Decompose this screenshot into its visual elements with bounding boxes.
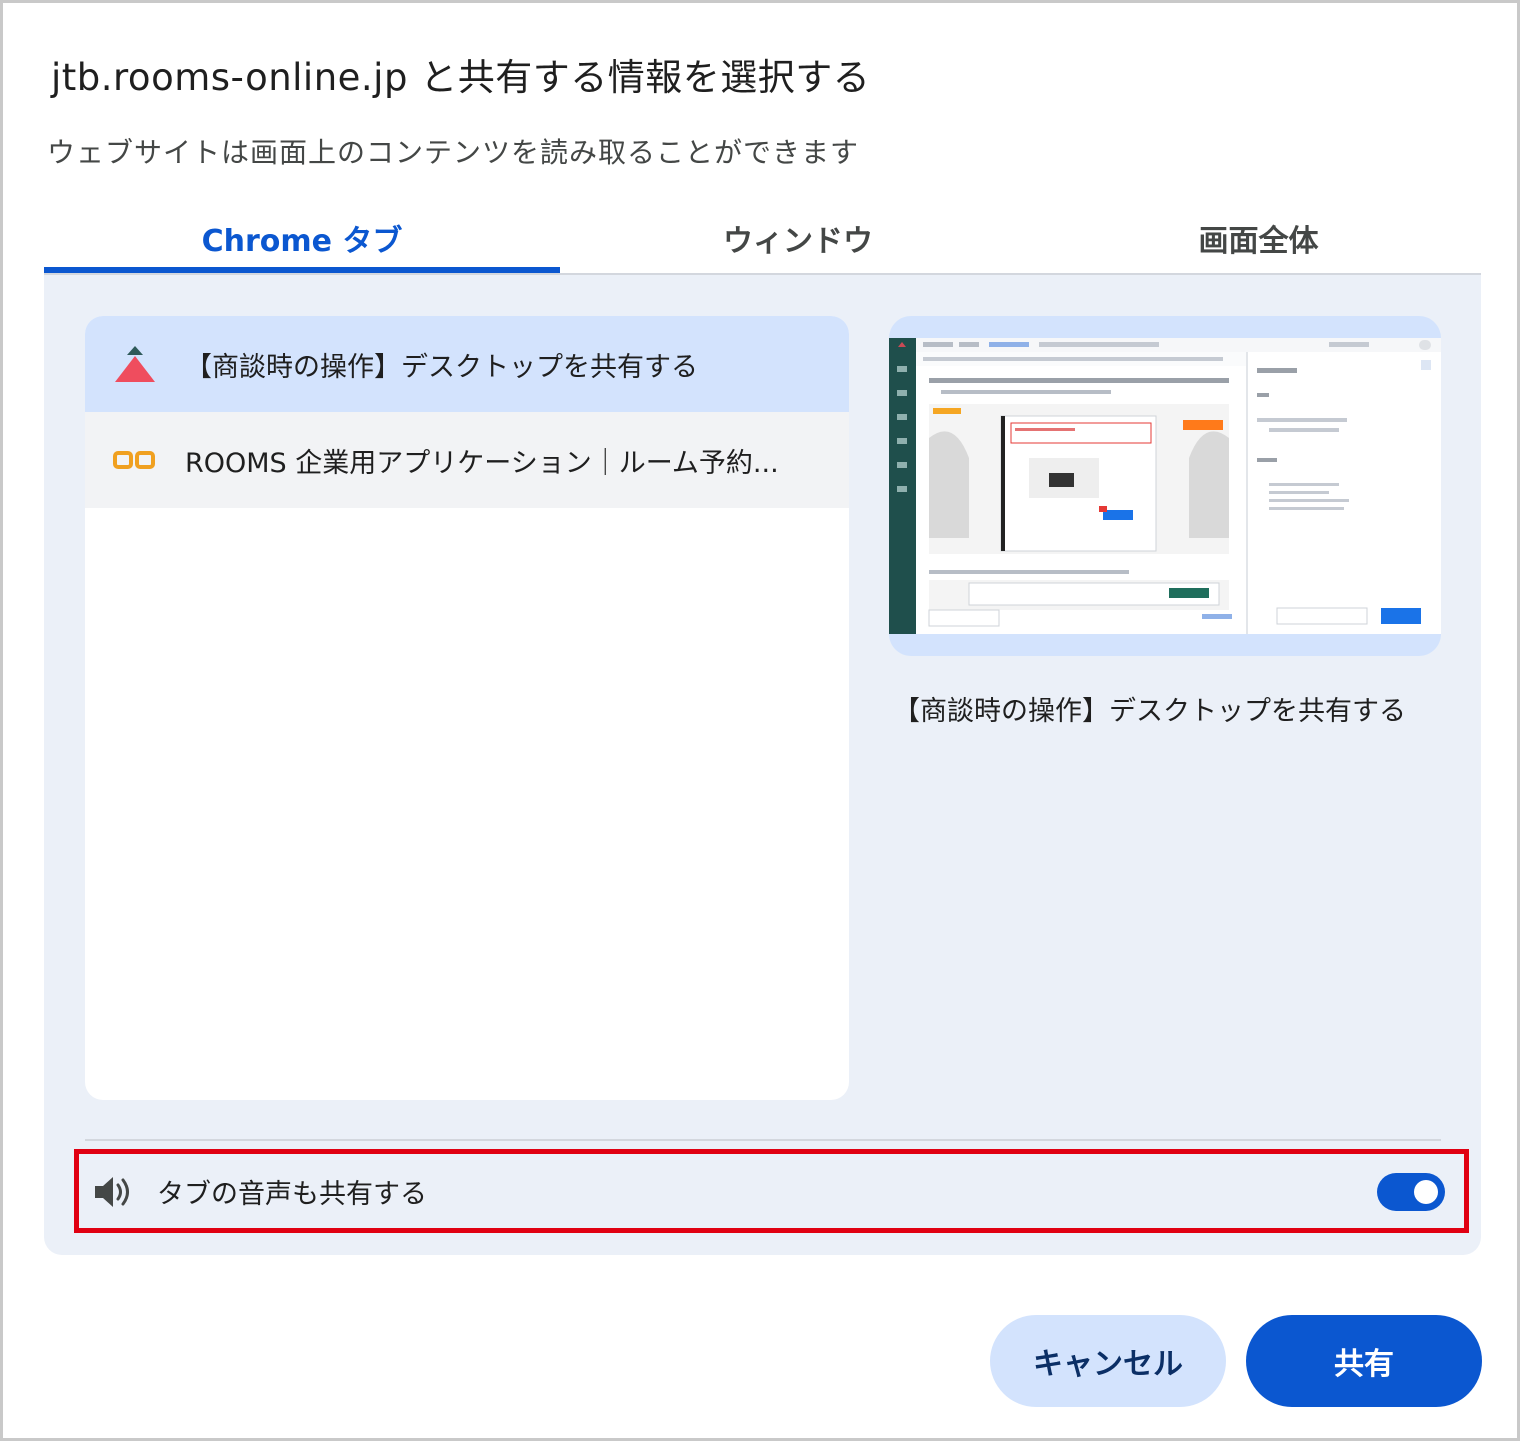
preview-screenshot: [889, 338, 1441, 634]
divider: [85, 1139, 1441, 1141]
dialog-subtitle: ウェブサイトは画面上のコンテンツを読み取ることができます: [47, 136, 860, 169]
list-item-tab-2[interactable]: ROOMS 企業用アプリケーション｜ルーム予約...: [85, 412, 849, 508]
share-audio-toggle[interactable]: [1377, 1173, 1445, 1211]
preview-label: 【商談時の操作】デスクトップを共有する: [893, 696, 1406, 727]
active-tab-indicator: [44, 267, 560, 273]
rooms-logo-icon: [113, 451, 155, 469]
chrome-tab-list: 【商談時の操作】デスクトップを共有する ROOMS 企業用アプリケーション｜ルー…: [85, 316, 849, 1100]
share-audio-row[interactable]: タブの音声も共有する: [74, 1149, 1469, 1233]
cancel-button[interactable]: キャンセル: [990, 1315, 1226, 1407]
share-dialog: jtb.rooms-online.jp と共有する情報を選択する ウェブサイトは…: [0, 0, 1520, 1441]
tab-window[interactable]: ウィンドウ: [560, 203, 1036, 273]
list-item-title: ROOMS 企業用アプリケーション｜ルーム予約...: [185, 447, 779, 479]
toggle-knob: [1414, 1180, 1438, 1204]
tab-chrome-tab[interactable]: Chrome タブ: [44, 203, 560, 273]
share-button[interactable]: 共有: [1246, 1315, 1482, 1407]
bell-logo-icon: [115, 346, 155, 382]
share-audio-label: タブの音声も共有する: [157, 1179, 427, 1210]
tab-preview-thumbnail: [889, 316, 1441, 656]
source-tabs: Chrome タブ ウィンドウ 画面全体: [44, 203, 1481, 275]
content-panel: 【商談時の操作】デスクトップを共有する ROOMS 企業用アプリケーション｜ルー…: [44, 275, 1481, 1255]
list-item-tab-1[interactable]: 【商談時の操作】デスクトップを共有する: [85, 316, 849, 412]
list-item-title: 【商談時の操作】デスクトップを共有する: [185, 351, 698, 383]
speaker-icon: [95, 1177, 129, 1207]
dialog-title: jtb.rooms-online.jp と共有する情報を選択する: [51, 56, 871, 99]
tab-entire-screen[interactable]: 画面全体: [1036, 203, 1481, 273]
preview-image: [889, 338, 1441, 634]
